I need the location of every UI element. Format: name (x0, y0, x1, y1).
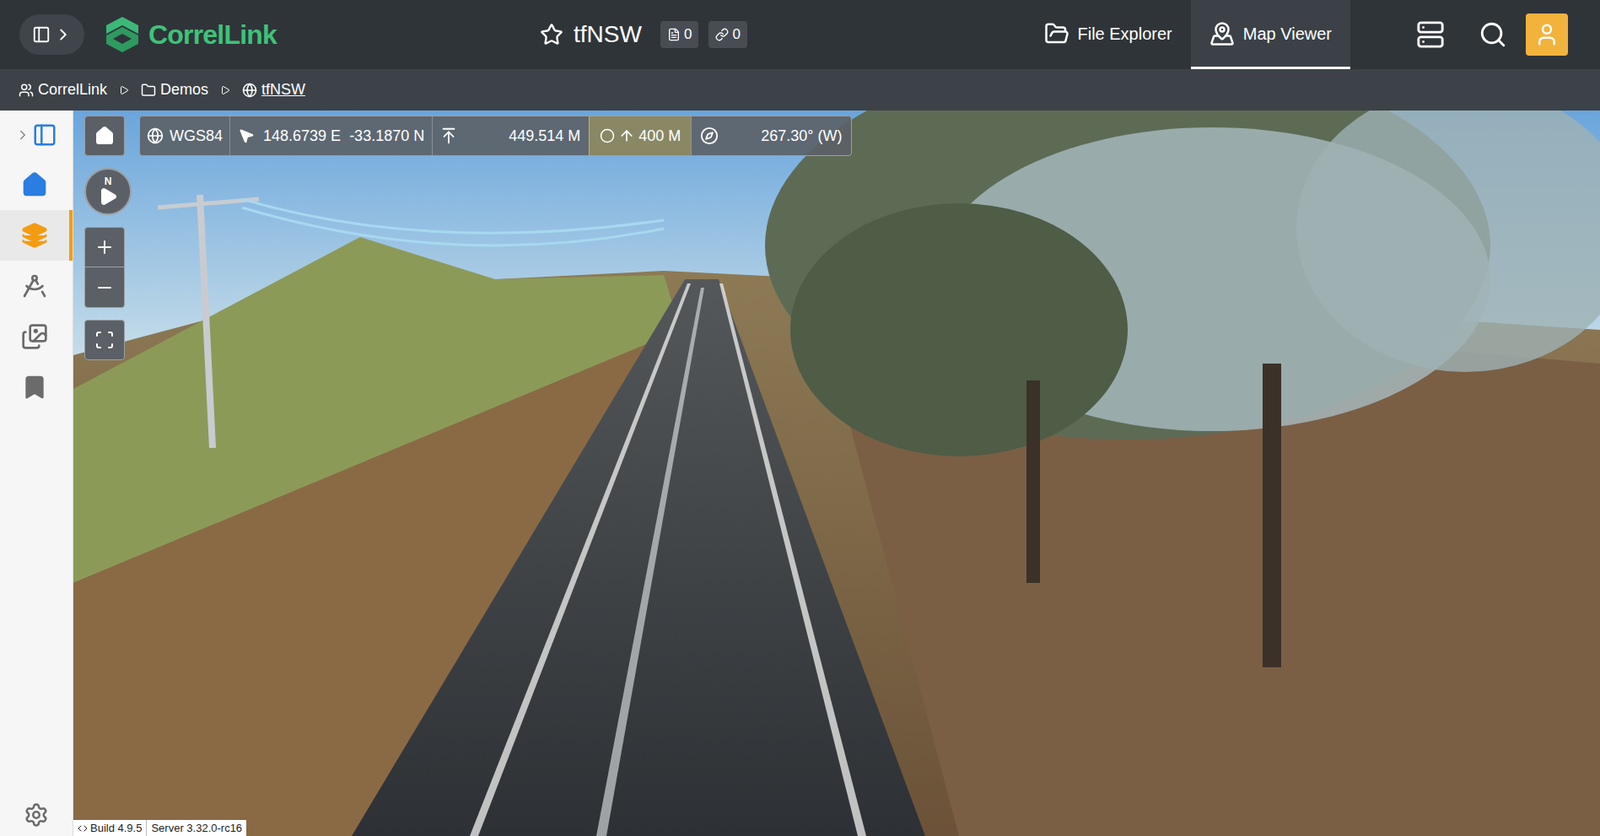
heading-display: 267.30° (W) (691, 116, 851, 156)
sidebar-item[interactable] (0, 311, 73, 362)
arrow-up-icon (618, 127, 636, 145)
sidebar-item[interactable] (0, 159, 73, 211)
server-icon[interactable] (1416, 20, 1445, 49)
main-nav: File ExplorerMap Viewer (1025, 0, 1352, 70)
link-icon (715, 27, 729, 42)
gear-icon (23, 802, 49, 828)
panel-icon (32, 122, 58, 148)
favorite-star-icon[interactable] (539, 22, 564, 47)
user-avatar[interactable] (1525, 13, 1568, 56)
images-icon (21, 323, 49, 351)
breadcrumb-bar: CorrelLink Demos tfNSW (0, 69, 1600, 111)
bookmark-icon (21, 373, 49, 401)
code-icon (77, 823, 88, 834)
separator-icon (118, 85, 130, 96)
fullscreen-button[interactable] (84, 319, 125, 361)
chevron-icon (53, 25, 73, 44)
zoom-in-button[interactable] (85, 227, 124, 268)
app: CorrelLink tfNSW 00 File ExplorerMap Viewer… (0, 0, 1600, 836)
server-label: Server 3.32.0-rc16 (146, 819, 247, 836)
zoom-out-button[interactable] (85, 267, 124, 308)
sidebar-item[interactable] (0, 260, 73, 312)
measure-icon (21, 272, 49, 300)
top-bar: CorrelLink tfNSW 00 File ExplorerMap Viewer (0, 0, 1600, 70)
globe-icon (146, 127, 164, 145)
chevron-icon (15, 127, 31, 143)
sidebar-item[interactable] (0, 361, 73, 413)
version-footer: Build 4.9.5Server 3.32.0-rc16 (73, 819, 247, 836)
count-badge[interactable]: 0 (660, 21, 699, 49)
elevation-display: 449.514 M (432, 116, 590, 156)
build-label: Build 4.9.5 (73, 819, 147, 836)
nav-tab[interactable]: Map Viewer (1190, 0, 1351, 70)
logo[interactable]: CorrelLink (104, 14, 277, 55)
zoom-controls (84, 226, 125, 308)
workspace: WGS84148.6739 E-33.1870 N449.514 M400 M2… (0, 110, 1600, 836)
breadcrumb[interactable]: tfNSW (242, 78, 306, 102)
fullscreen-icon (94, 329, 115, 351)
logo-text: CorrelLink (148, 14, 277, 55)
map-viewport[interactable]: WGS84148.6739 E-33.1870 N449.514 M400 M2… (73, 110, 1600, 836)
crs-display[interactable]: WGS84 (140, 116, 231, 156)
separator-icon (220, 85, 231, 96)
project-title-group: tfNSW 00 (539, 16, 748, 53)
sidebar-toggle-button[interactable] (19, 14, 85, 55)
folder-icon (140, 82, 157, 98)
coordinate-bar: WGS84148.6739 E-33.1870 N449.514 M400 M2… (139, 115, 852, 157)
cursor-position: 148.6739 E-33.1870 N (230, 116, 433, 156)
circle-icon (599, 128, 615, 144)
project-title: tfNSW (573, 16, 642, 53)
file-icon (667, 27, 681, 42)
panel-icon (32, 25, 51, 44)
breadcrumb[interactable]: CorrelLink (18, 78, 108, 102)
globe-icon (242, 82, 258, 98)
camera-height-display[interactable]: 400 M (589, 116, 692, 156)
panel-toggle-button[interactable] (0, 110, 73, 160)
cursor-icon (237, 127, 255, 145)
plus-icon (94, 237, 115, 258)
folder-icon (1044, 21, 1070, 47)
nav-tab[interactable]: File Explorer (1025, 0, 1191, 70)
minus-icon (94, 277, 115, 298)
home-icon (94, 125, 115, 146)
viewer-controls: WGS84148.6739 E-33.1870 N449.514 M400 M2… (84, 115, 852, 361)
home-icon (21, 171, 49, 199)
search-icon[interactable] (1478, 20, 1508, 49)
home-view-button[interactable] (84, 115, 125, 157)
breadcrumb[interactable]: Demos (140, 78, 209, 102)
direction-icon (97, 186, 119, 207)
settings-button[interactable] (0, 793, 73, 836)
logo-icon (104, 15, 141, 54)
count-badge[interactable]: 0 (708, 21, 747, 49)
sidebar-item[interactable] (0, 210, 73, 261)
sidebar (0, 110, 74, 836)
layers-icon (21, 221, 49, 249)
user-icon (1534, 21, 1560, 48)
map-pin-icon (1209, 21, 1235, 47)
point-cloud-view[interactable] (73, 110, 1600, 836)
north-label: N (104, 176, 113, 187)
group-icon (18, 82, 34, 98)
compass-icon (700, 126, 719, 146)
compass-button[interactable]: N (84, 167, 132, 216)
elevation-icon (439, 126, 458, 146)
